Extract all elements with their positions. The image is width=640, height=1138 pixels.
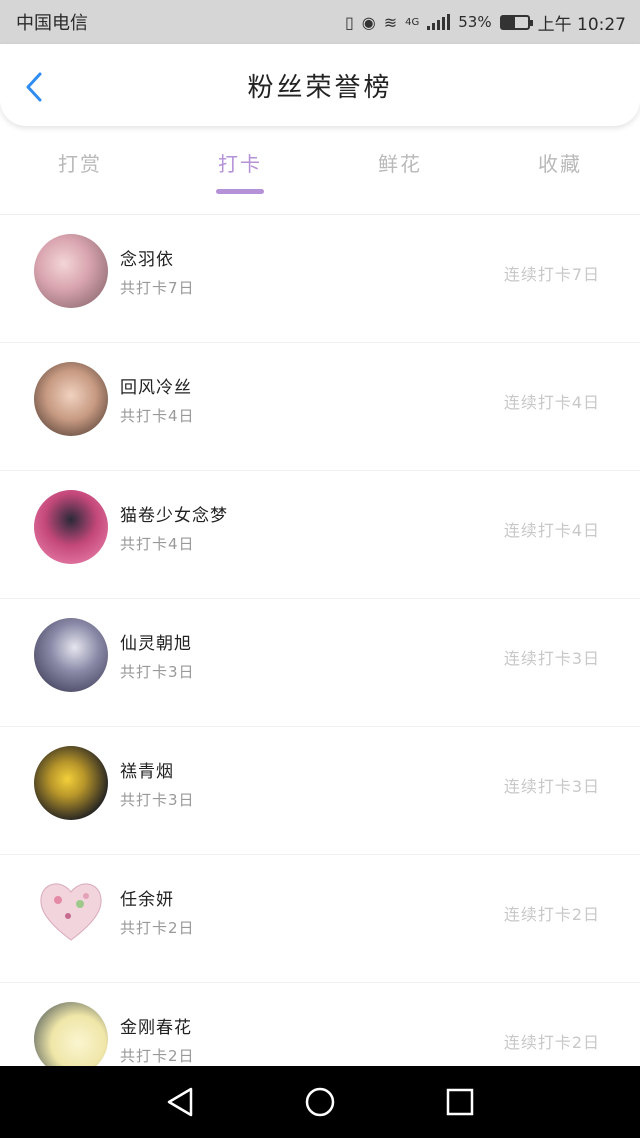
list-item[interactable]: 仙灵朝旭 共打卡3日 连续打卡3日 xyxy=(0,598,640,726)
avatar[interactable] xyxy=(34,234,108,308)
avatar[interactable] xyxy=(34,618,108,692)
total-checkins: 共打卡2日 xyxy=(120,919,195,937)
system-nav-bar xyxy=(0,1066,640,1138)
streak-checkins: 连续打卡7日 xyxy=(503,265,600,284)
total-checkins: 共打卡2日 xyxy=(120,1047,195,1065)
tab-checkin[interactable]: 打卡 xyxy=(160,136,320,202)
carrier-label: 中国电信 xyxy=(16,13,88,34)
tab-indicator xyxy=(56,189,104,194)
total-checkins: 共打卡3日 xyxy=(120,663,195,681)
page-title: 粉丝荣誉榜 xyxy=(247,72,393,103)
tab-label: 鲜花 xyxy=(378,152,422,176)
tab-reward[interactable]: 打赏 xyxy=(0,136,160,202)
streak-checkins: 连续打卡2日 xyxy=(503,1033,600,1052)
list-item[interactable]: 任余妍 共打卡2日 连续打卡2日 xyxy=(0,854,640,982)
tab-label: 收藏 xyxy=(538,152,582,176)
recents-square-icon[interactable] xyxy=(440,1082,480,1122)
status-bar: 中国电信 ▯ ◉ ≋ 4G 53% 上午 10:27 xyxy=(0,0,640,44)
fan-name: 猫卷少女念梦 xyxy=(120,506,228,526)
streak-checkins: 连续打卡2日 xyxy=(503,905,600,924)
avatar[interactable] xyxy=(34,490,108,564)
fan-name: 念羽依 xyxy=(120,250,174,270)
list-item[interactable]: 禚青烟 共打卡3日 连续打卡3日 xyxy=(0,726,640,854)
total-checkins: 共打卡7日 xyxy=(120,279,195,297)
status-right: ▯ ◉ ≋ 4G 53% 上午 10:27 xyxy=(345,10,626,35)
avatar[interactable] xyxy=(34,746,108,820)
streak-checkins: 连续打卡3日 xyxy=(503,777,600,796)
home-circle-icon[interactable] xyxy=(300,1082,340,1122)
streak-checkins: 连续打卡4日 xyxy=(503,521,600,540)
avatar[interactable] xyxy=(34,874,108,948)
battery-icon xyxy=(499,14,533,30)
tab-favorites[interactable]: 收藏 xyxy=(480,136,640,202)
fan-ranking-list: 念羽依 共打卡7日 连续打卡7日 回风冷丝 共打卡4日 连续打卡4日 猫卷少女念… xyxy=(0,214,640,1110)
tab-bar: 打赏 打卡 鲜花 收藏 xyxy=(0,136,640,202)
fan-name: 任余妍 xyxy=(120,890,174,910)
total-checkins: 共打卡4日 xyxy=(120,407,195,425)
list-item[interactable]: 念羽依 共打卡7日 连续打卡7日 xyxy=(0,214,640,342)
tab-indicator xyxy=(376,189,424,194)
tab-flowers[interactable]: 鲜花 xyxy=(320,136,480,202)
status-left: 中国电信 xyxy=(16,9,88,35)
list-item[interactable]: 猫卷少女念梦 共打卡4日 连续打卡4日 xyxy=(0,470,640,598)
battery-percent: 53% xyxy=(458,13,492,31)
signal-icon xyxy=(427,14,451,30)
fan-name: 禚青烟 xyxy=(120,762,174,782)
fan-name: 回风冷丝 xyxy=(120,378,192,398)
list-item[interactable]: 回风冷丝 共打卡4日 连续打卡4日 xyxy=(0,342,640,470)
back-triangle-icon[interactable] xyxy=(160,1082,200,1122)
eye-icon: ◉ xyxy=(361,12,376,32)
total-checkins: 共打卡4日 xyxy=(120,535,195,553)
vibrate-icon: ▯ xyxy=(344,12,354,32)
chevron-left-icon[interactable] xyxy=(22,72,48,102)
clock: 上午 10:27 xyxy=(537,14,626,35)
avatar[interactable] xyxy=(34,362,108,436)
streak-checkins: 连续打卡4日 xyxy=(503,393,600,412)
page-header: 粉丝荣誉榜 xyxy=(0,44,640,126)
tab-label: 打赏 xyxy=(58,152,102,176)
tab-indicator xyxy=(216,189,264,194)
tab-label: 打卡 xyxy=(218,152,262,176)
tab-indicator xyxy=(536,189,584,194)
total-checkins: 共打卡3日 xyxy=(120,791,195,809)
wifi-icon: ≋ xyxy=(383,12,398,32)
network-label: 4G xyxy=(405,16,420,28)
battery-fill xyxy=(501,16,516,28)
avatar[interactable] xyxy=(34,1002,108,1076)
fan-name: 仙灵朝旭 xyxy=(120,634,192,654)
streak-checkins: 连续打卡3日 xyxy=(503,649,600,668)
fan-name: 金刚春花 xyxy=(120,1018,192,1038)
